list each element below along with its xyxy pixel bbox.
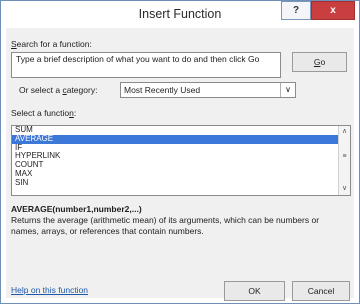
function-syntax: AVERAGE(number1,number2,...) bbox=[11, 204, 142, 214]
function-list-label: Select a function: bbox=[11, 108, 77, 118]
list-item[interactable]: COUNT bbox=[12, 160, 350, 170]
function-list[interactable]: SUM AVERAGE IF HYPERLINK COUNT MAX SIN ∧… bbox=[11, 125, 351, 196]
chevron-up-icon[interactable]: ∧ bbox=[339, 127, 350, 137]
function-description: Returns the average (arithmetic mean) of… bbox=[11, 215, 320, 236]
category-label: Or select a category: bbox=[19, 85, 98, 95]
list-item[interactable]: HYPERLINK bbox=[12, 152, 350, 161]
title-bar: Insert Function ? x bbox=[1, 1, 359, 28]
help-on-this-function-link[interactable]: Help on this function bbox=[11, 285, 88, 295]
dialog-body: Search for a function: Type a brief desc… bbox=[6, 28, 354, 301]
search-label: Search for a function: bbox=[11, 39, 92, 49]
go-button[interactable]: Go bbox=[292, 52, 347, 72]
list-item[interactable]: IF bbox=[12, 143, 350, 153]
ok-button[interactable]: OK bbox=[224, 281, 285, 301]
help-button[interactable]: ? bbox=[281, 1, 311, 20]
chevron-down-icon[interactable]: ∨ bbox=[339, 184, 350, 194]
cancel-button[interactable]: Cancel bbox=[292, 281, 350, 301]
category-select[interactable]: Most Recently Used ∨ bbox=[120, 82, 296, 98]
insert-function-dialog: Insert Function ? x Search for a functio… bbox=[0, 0, 360, 304]
list-item[interactable]: MAX bbox=[12, 169, 350, 179]
list-item[interactable]: SUM bbox=[12, 126, 350, 135]
scrollbar-thumb[interactable]: ≡ bbox=[339, 152, 350, 162]
close-button[interactable]: x bbox=[311, 1, 355, 20]
chevron-down-icon[interactable]: ∨ bbox=[280, 83, 295, 97]
category-value: Most Recently Used bbox=[124, 85, 201, 95]
search-input[interactable]: Type a brief description of what you wan… bbox=[11, 52, 281, 78]
list-scrollbar[interactable]: ∧ ≡ ∨ bbox=[338, 126, 350, 195]
list-item-selected[interactable]: AVERAGE bbox=[12, 134, 350, 144]
list-item[interactable]: SIN bbox=[12, 178, 350, 188]
